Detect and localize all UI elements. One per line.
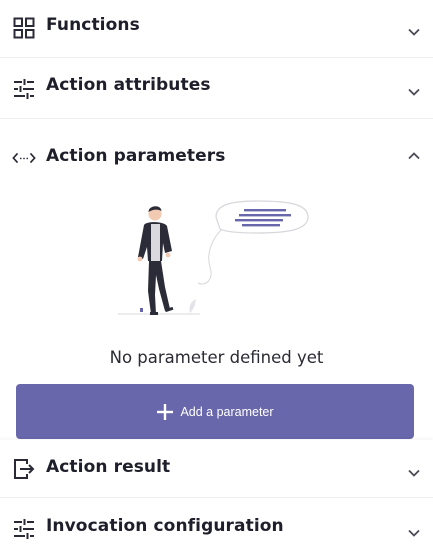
exit-box-icon bbox=[12, 457, 36, 481]
sliders-icon bbox=[12, 517, 36, 541]
section-action-parameters-title: Action parameters bbox=[46, 146, 226, 166]
section-action-result: Action result bbox=[0, 440, 433, 498]
empty-state-illustration bbox=[118, 200, 309, 315]
chevron-up-icon[interactable] bbox=[405, 147, 423, 165]
section-invocation-configuration-title: Invocation configuration bbox=[46, 516, 284, 536]
section-functions: Functions bbox=[0, 0, 433, 58]
section-action-attributes: Action attributes bbox=[0, 59, 433, 119]
code-brackets-icon bbox=[12, 146, 36, 170]
chevron-down-icon[interactable] bbox=[405, 464, 423, 482]
add-parameter-label: Add a parameter bbox=[180, 404, 274, 419]
section-action-attributes-title: Action attributes bbox=[46, 75, 211, 95]
section-functions-header[interactable]: Functions bbox=[0, 0, 433, 58]
section-action-parameters: Action parameters No parameter defined y… bbox=[0, 120, 433, 439]
section-functions-title: Functions bbox=[46, 15, 140, 35]
section-action-result-title: Action result bbox=[46, 457, 171, 477]
grid-icon bbox=[12, 16, 36, 40]
section-action-attributes-header[interactable]: Action attributes bbox=[0, 59, 433, 117]
chevron-down-icon[interactable] bbox=[405, 83, 423, 101]
plus-icon bbox=[157, 403, 174, 420]
sliders-icon bbox=[12, 77, 36, 101]
section-invocation-configuration-header[interactable]: Invocation configuration bbox=[0, 499, 433, 557]
section-action-parameters-header[interactable]: Action parameters bbox=[0, 120, 433, 178]
chevron-down-icon[interactable] bbox=[405, 23, 423, 41]
add-parameter-button[interactable]: Add a parameter bbox=[16, 384, 414, 439]
section-invocation-configuration: Invocation configuration bbox=[0, 499, 433, 559]
chevron-down-icon[interactable] bbox=[405, 524, 423, 542]
empty-state-message: No parameter defined yet bbox=[109, 348, 324, 367]
section-action-result-header[interactable]: Action result bbox=[0, 440, 433, 498]
